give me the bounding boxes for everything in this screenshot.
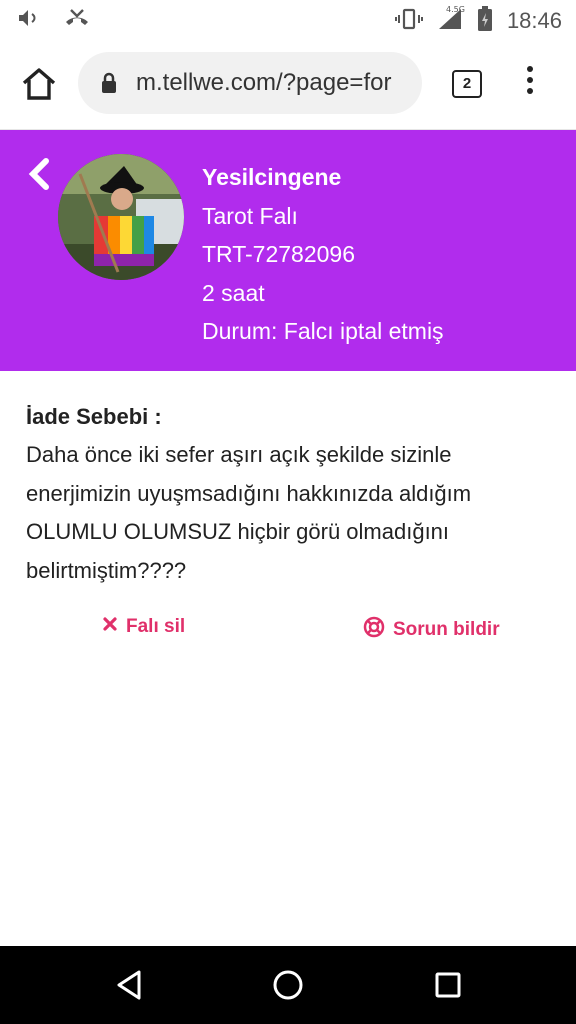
battery-charging-icon [477, 6, 493, 36]
overflow-menu-icon[interactable] [520, 66, 540, 102]
refund-section: İade Sebebi : Daha önce iki sefer aşırı … [26, 398, 552, 590]
volume-icon [16, 6, 40, 34]
report-problem-button[interactable]: Sorun bildir [363, 616, 500, 644]
missed-call-icon [64, 6, 90, 34]
recents-nav-icon[interactable] [434, 968, 462, 1006]
back-icon[interactable] [26, 158, 52, 190]
fortune-code: TRT-72782096 [202, 241, 356, 268]
status-bar: 4.5G 18:46 [0, 0, 576, 38]
signal-icon: 4.5G [437, 5, 465, 35]
vibrate-icon [394, 7, 423, 35]
home-nav-icon[interactable] [272, 968, 304, 1006]
fortune-status: Durum: Falcı iptal etmiş [202, 318, 444, 345]
refund-title: İade Sebebi : [26, 404, 162, 429]
url-text[interactable]: m.tellwe.com/?page=for [136, 69, 414, 97]
fortune-time: 2 saat [202, 279, 265, 306]
refund-text: Daha önce iki sefer aşırı açık şekilde s… [26, 442, 472, 583]
lifebuoy-icon [363, 616, 385, 644]
close-icon [102, 616, 118, 638]
fortune-header: Yesilcingene Tarot Falı TRT-72782096 2 s… [0, 130, 576, 371]
delete-fortune-label: Falı sil [126, 616, 186, 637]
back-nav-icon[interactable] [114, 968, 144, 1006]
tab-switcher-button[interactable]: 2 [452, 70, 482, 98]
home-icon[interactable] [20, 66, 58, 102]
browser-toolbar: m.tellwe.com/?page=for 2 [0, 38, 576, 130]
report-problem-label: Sorun bildir [393, 619, 500, 640]
delete-fortune-button[interactable]: Falı sil [102, 616, 185, 638]
avatar[interactable] [58, 154, 184, 280]
network-type-label: 4.5G [446, 5, 465, 14]
action-row: Falı sil Sorun bildir [0, 616, 576, 644]
fortune-category: Tarot Falı [202, 202, 298, 229]
system-nav-bar [0, 946, 576, 1024]
lock-icon [100, 72, 118, 98]
fortune-info: Yesilcingene Tarot Falı TRT-72782096 2 s… [202, 158, 444, 351]
fortune-teller-name[interactable]: Yesilcingene [202, 158, 444, 197]
address-bar[interactable]: m.tellwe.com/?page=for [78, 52, 422, 114]
clock: 18:46 [506, 8, 562, 33]
